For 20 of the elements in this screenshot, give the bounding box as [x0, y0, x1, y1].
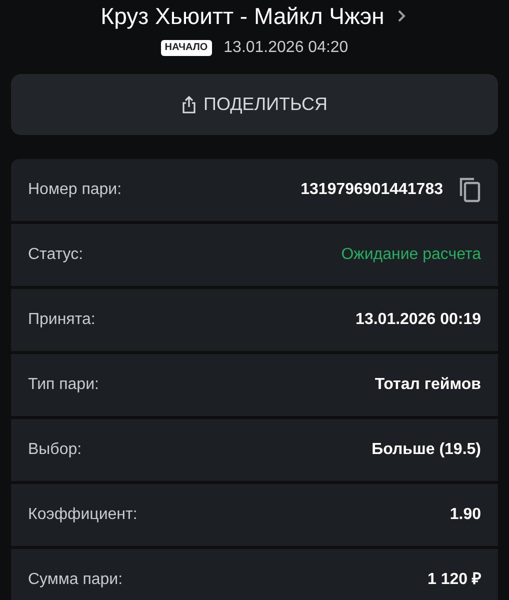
- detail-label: Сумма пари:: [28, 570, 123, 590]
- detail-label: Коэффициент:: [28, 505, 138, 525]
- detail-label: Статус:: [28, 245, 84, 265]
- start-badge: НАЧАЛО: [160, 40, 212, 56]
- detail-value: Тотал геймов: [374, 375, 481, 395]
- detail-label: Тип пари:: [28, 375, 99, 395]
- copy-icon[interactable]: [459, 177, 481, 203]
- detail-label: Выбор:: [28, 440, 82, 460]
- start-time: 13.01.2026 04:20: [224, 38, 348, 58]
- status-value: Ожидание расчета: [341, 245, 481, 265]
- detail-value: Больше (19.5): [372, 440, 481, 460]
- match-title[interactable]: Круз Хьюитт - Майкл Чжэн: [100, 2, 384, 30]
- detail-label: Номер пари:: [28, 180, 122, 200]
- detail-value: 13.01.2026 00:19: [356, 310, 481, 330]
- share-button[interactable]: ПОДЕЛИТЬСЯ: [11, 74, 498, 135]
- detail-value: 1 120 ₽: [428, 570, 481, 590]
- detail-value: 1.90: [450, 505, 481, 525]
- detail-label: Принята:: [28, 310, 96, 330]
- detail-value: 1319796901441783: [300, 180, 443, 200]
- share-icon: [182, 96, 196, 114]
